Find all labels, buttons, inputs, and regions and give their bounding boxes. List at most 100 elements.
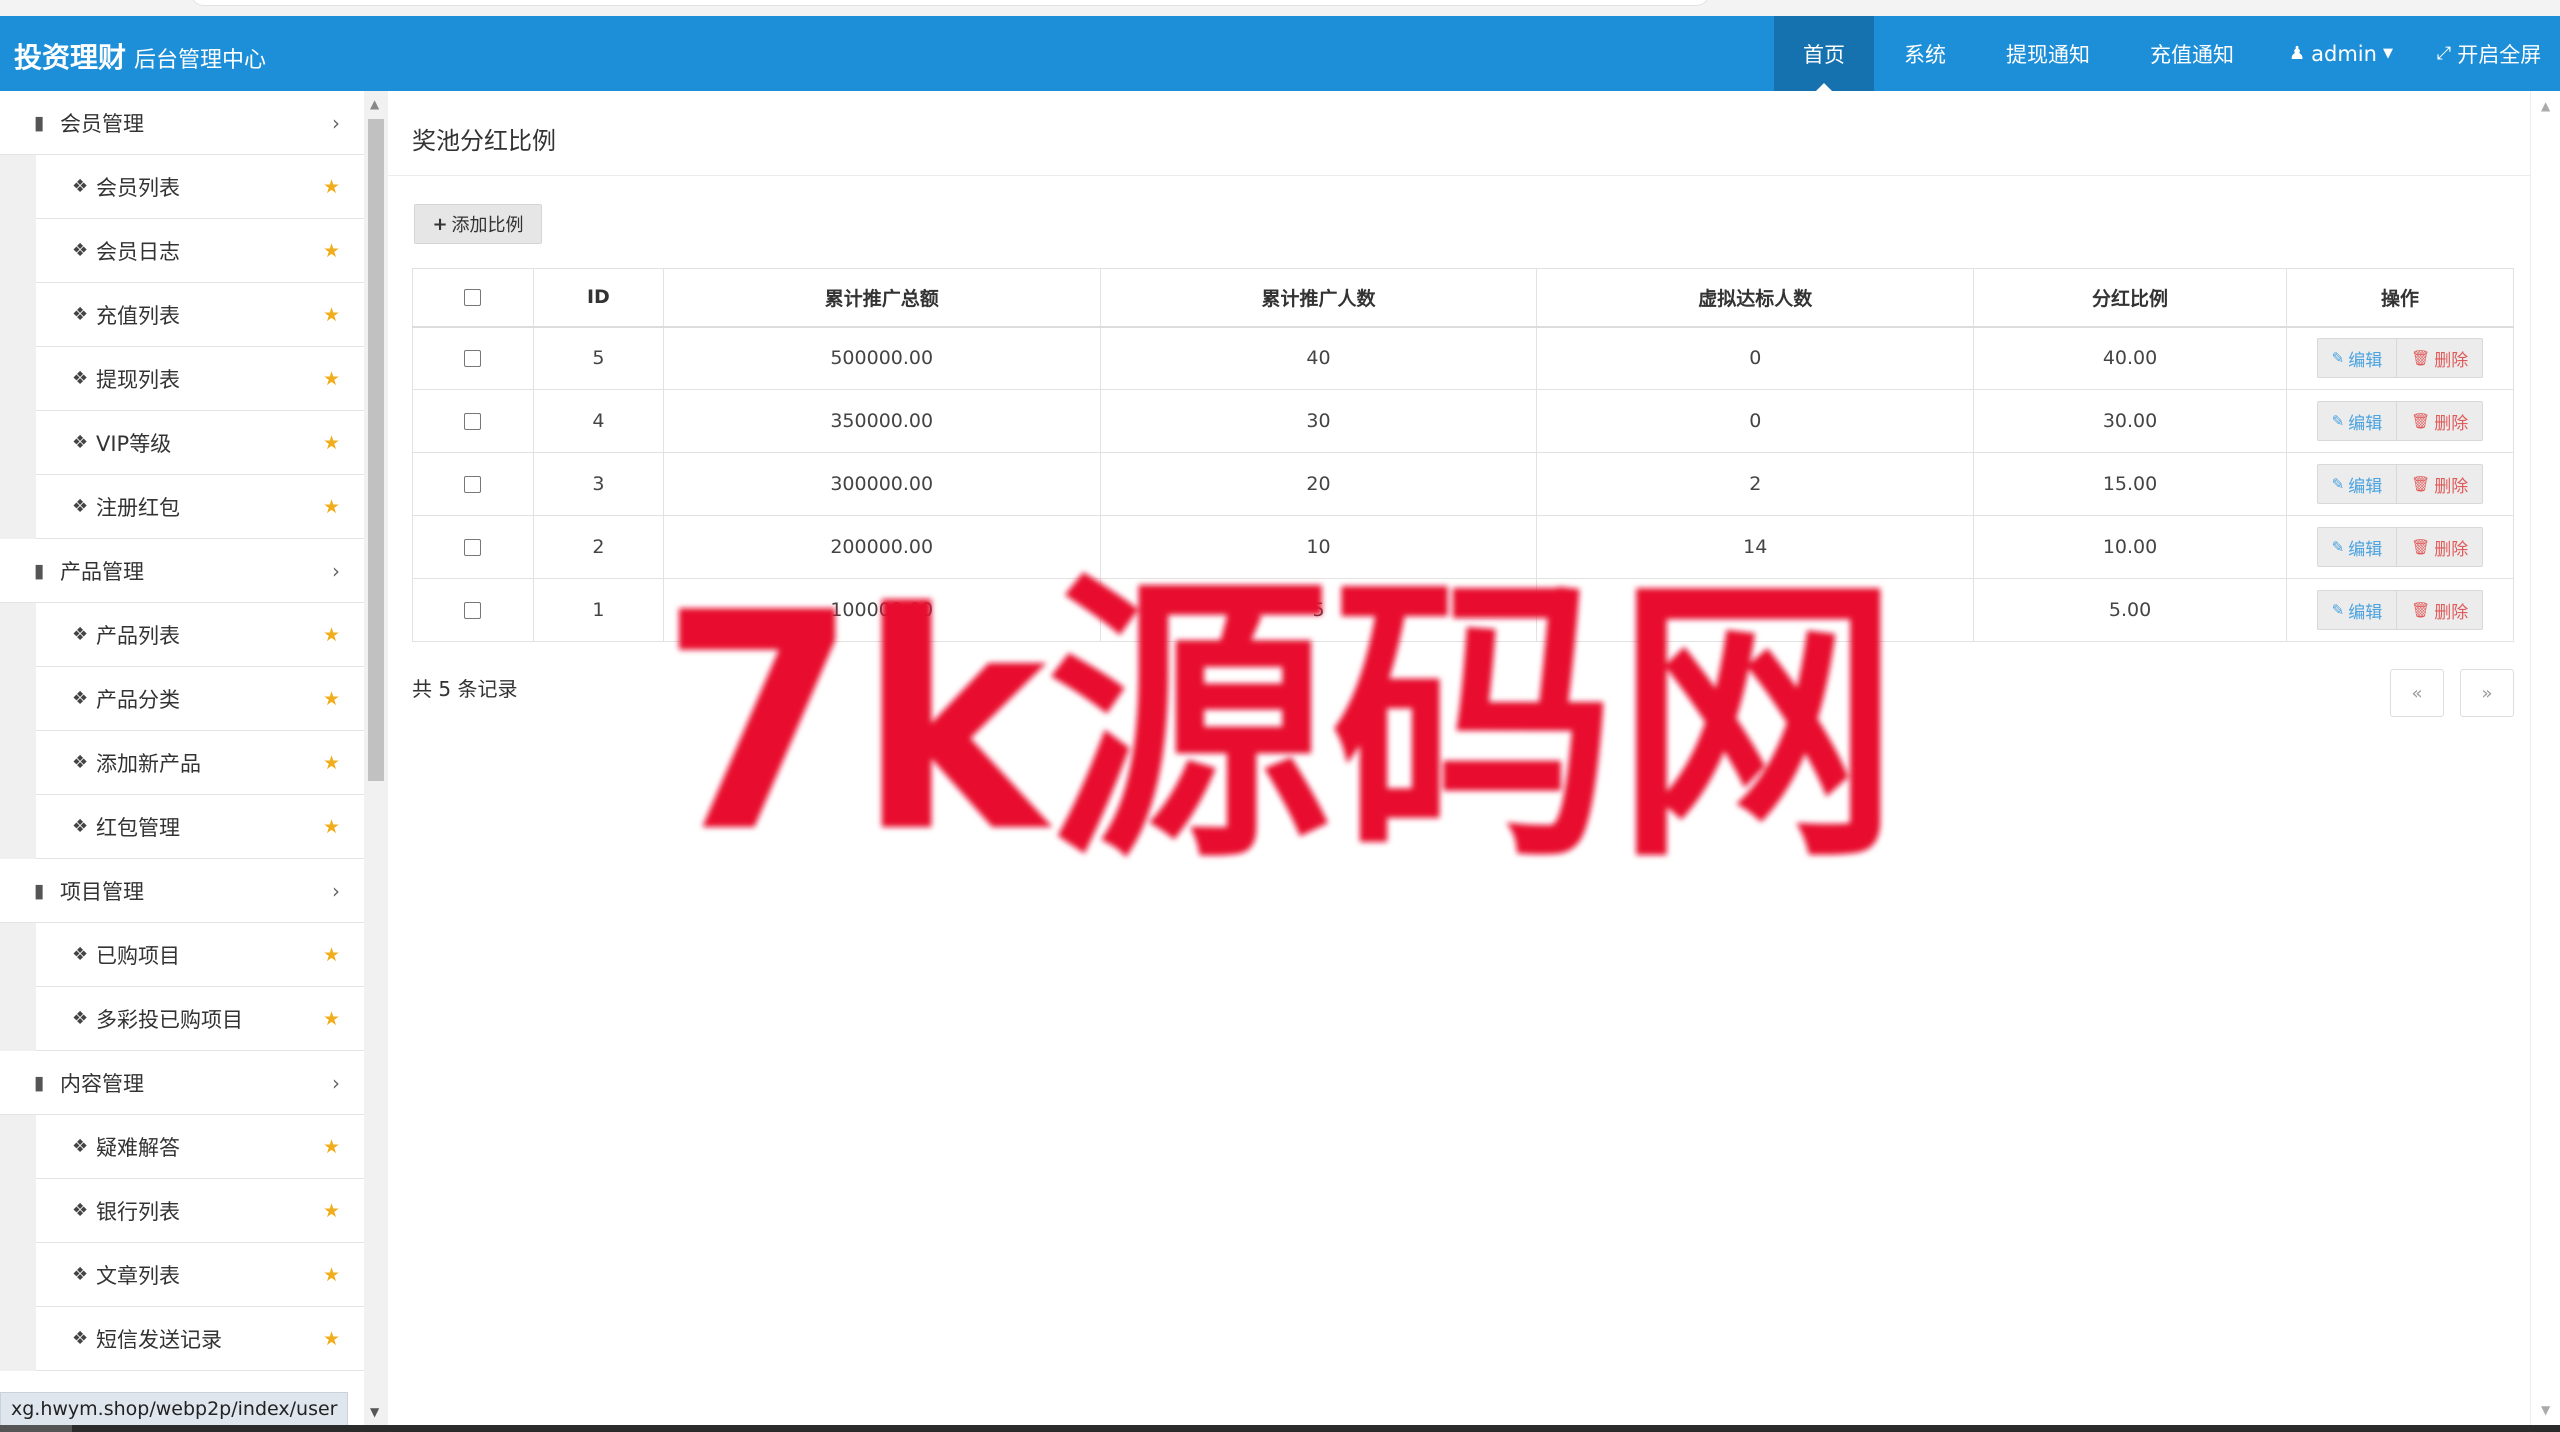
pager-next[interactable]: » [2460,669,2514,717]
nav-recharge-notice[interactable]: 充值通知 [2120,16,2264,91]
cell-ratio: 10.00 [1973,515,2287,579]
sidebar-item[interactable]: ❖ 会员列表 ★ [36,155,364,219]
row-checkbox[interactable] [464,539,482,556]
sidebar-item[interactable]: ❖ 文章列表 ★ [36,1243,364,1307]
puzzle-icon: ❖ [72,816,89,837]
sidebar-item[interactable]: ❖ 会员日志 ★ [36,219,364,283]
sidebar-item[interactable]: ❖ 已购项目 ★ [36,923,364,987]
star-icon[interactable]: ★ [323,1008,340,1030]
delete-button[interactable]: 🗑 删除 [2397,528,2482,566]
sidebar-item[interactable]: ❖ 产品分类 ★ [36,667,364,731]
user-icon: ♟ [2289,43,2306,64]
page-scrollbar[interactable]: ▲ ▼ [2530,91,2560,1425]
sidebar-group-2[interactable]: ▮ 项目管理 › [0,859,364,923]
row-checkbox[interactable] [464,350,482,368]
star-icon[interactable]: ★ [323,1200,340,1222]
star-icon[interactable]: ★ [323,240,340,262]
edit-button[interactable]: ✎ 编辑 [2318,402,2398,440]
action-group: ✎ 编辑 🗑 删除 [2316,464,2484,504]
add-ratio-button[interactable]: + 添加比例 [414,204,542,244]
select-all-checkbox[interactable] [464,289,482,307]
nav-home[interactable]: 首页 [1774,16,1874,91]
sidebar-item[interactable]: ❖ 多彩投已购项目 ★ [36,987,364,1051]
delete-button[interactable]: 🗑 删除 [2397,465,2482,503]
star-icon[interactable]: ★ [323,1264,340,1286]
sidebar-item[interactable]: ❖ 充值列表 ★ [36,283,364,347]
star-icon[interactable]: ★ [323,176,340,198]
sidebar-item[interactable]: ❖ 提现列表 ★ [36,347,364,411]
row-checkbox[interactable] [464,602,482,619]
star-icon[interactable]: ★ [323,304,340,326]
sidebar-group-0[interactable]: ▮ 会员管理 › [0,91,364,155]
table-row: 3 300000.00 20 2 15.00 ✎ 编辑 🗑 删除 [412,452,2515,516]
star-icon[interactable]: ★ [323,496,340,518]
puzzle-icon: ❖ [72,304,89,325]
page-scroll-down-icon[interactable]: ▼ [2541,1403,2550,1417]
row-checkbox[interactable] [464,413,482,430]
row-checkbox[interactable] [464,476,482,493]
edit-label: 编辑 [2348,602,2383,623]
cell-ratio: 5.00 [1973,578,2287,642]
nav-system[interactable]: 系统 [1874,16,1976,91]
puzzle-icon: ❖ [72,624,89,645]
sidebar-indent-bar [0,603,36,859]
sidebar-group-3[interactable]: ▮ 内容管理 › [0,1051,364,1115]
edit-button[interactable]: ✎ 编辑 [2318,465,2398,503]
top-nav: 首页 系统 提现通知 充值通知 ♟ admin ▼ ⤢ 开启全屏 [1774,16,2560,91]
star-icon[interactable]: ★ [323,1328,340,1350]
nav-fullscreen[interactable]: ⤢ 开启全屏 [2418,16,2560,91]
page-scroll-up-icon[interactable]: ▲ [2541,99,2550,113]
sidebar-group-label: 产品管理 [60,559,144,584]
sidebar-item[interactable]: ❖ 产品列表 ★ [36,603,364,667]
star-icon[interactable]: ★ [323,944,340,966]
delete-button[interactable]: 🗑 删除 [2397,591,2482,629]
sidebar-item[interactable]: ❖ 疑难解答 ★ [36,1115,364,1179]
brand[interactable]: 投资理财 后台管理中心 [14,36,266,76]
sidebar-item[interactable]: ❖ 银行列表 ★ [36,1179,364,1243]
cell-total-amount: 500000.00 [662,326,1101,390]
action-group: ✎ 编辑 🗑 删除 [2316,401,2484,441]
star-icon[interactable]: ★ [323,432,340,454]
puzzle-icon: ❖ [72,1264,89,1285]
sidebar-item-label: VIP等级 [96,431,172,456]
star-icon[interactable]: ★ [323,816,340,838]
row-select-cell [412,326,534,390]
delete-button[interactable]: 🗑 删除 [2397,402,2482,440]
star-icon[interactable]: ★ [323,688,340,710]
star-icon[interactable]: ★ [323,368,340,390]
sidebar-item[interactable]: ❖ 红包管理 ★ [36,795,364,859]
scrollbar-thumb[interactable] [368,119,384,781]
edit-label: 编辑 [2348,539,2383,560]
edit-label: 编辑 [2348,350,2383,371]
star-icon[interactable]: ★ [323,1136,340,1158]
pager-prev[interactable]: « [2390,669,2444,717]
sidebar-item[interactable]: ❖ 添加新产品 ★ [36,731,364,795]
row-select-cell [412,389,534,453]
sidebar-item-label: 银行列表 [96,1199,180,1224]
sidebar-item-label: 多彩投已购项目 [96,1007,243,1032]
nav-withdraw-notice[interactable]: 提现通知 [1976,16,2120,91]
nav-admin-menu[interactable]: ♟ admin ▼ [2264,16,2418,91]
file-icon: ▮ [34,111,45,134]
action-group: ✎ 编辑 🗑 删除 [2316,338,2484,379]
scroll-down-icon[interactable]: ▼ [370,1405,379,1419]
puzzle-icon: ❖ [72,1200,89,1221]
edit-button[interactable]: ✎ 编辑 [2318,591,2398,629]
edit-button[interactable]: ✎ 编辑 [2318,528,2398,566]
sidebar-item[interactable]: ❖ VIP等级 ★ [36,411,364,475]
sidebar-item[interactable]: ❖ 短信发送记录 ★ [36,1307,364,1371]
scroll-up-icon[interactable]: ▲ [370,97,379,111]
trash-icon: 🗑 [2411,475,2431,493]
cell-actions: ✎ 编辑 🗑 删除 [2285,452,2515,516]
star-icon[interactable]: ★ [323,624,340,646]
sidebar-group-1[interactable]: ▮ 产品管理 › [0,539,364,603]
trash-icon: 🗑 [2411,601,2431,619]
star-icon[interactable]: ★ [323,752,340,774]
puzzle-icon: ❖ [72,688,89,709]
delete-button[interactable]: 🗑 删除 [2397,339,2482,377]
sidebar-item[interactable]: ❖ 注册红包 ★ [36,475,364,539]
edit-button[interactable]: ✎ 编辑 [2318,339,2398,378]
cell-actions: ✎ 编辑 🗑 删除 [2285,578,2515,642]
row-select-cell [412,578,534,642]
sidebar-scrollbar[interactable]: ▲ ▼ [364,91,388,1425]
